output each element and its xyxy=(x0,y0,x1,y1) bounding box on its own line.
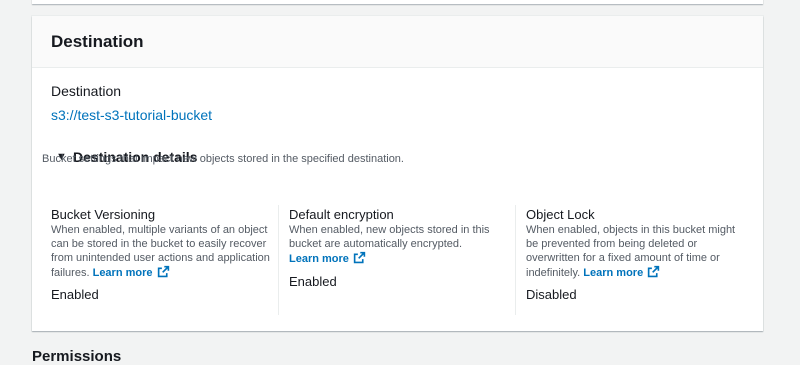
permissions-section-header[interactable]: Permissions xyxy=(32,348,121,365)
column-description: When enabled, objects in this bucket mig… xyxy=(526,223,748,280)
bucket-versioning-column: Bucket Versioning When enabled, multiple… xyxy=(32,205,278,315)
column-description: When enabled, new objects stored in this… xyxy=(289,223,511,266)
default-encryption-column: Default encryption When enabled, new obj… xyxy=(278,205,515,315)
column-title: Default encryption xyxy=(289,207,394,222)
column-title: Bucket Versioning xyxy=(51,207,156,222)
status-value: Enabled xyxy=(289,274,337,289)
learn-more-link[interactable]: Learn more xyxy=(289,251,366,265)
destination-label: Destination xyxy=(51,83,122,99)
panel-title: Destination xyxy=(51,32,144,51)
learn-more-link[interactable]: Learn more xyxy=(92,265,170,279)
column-description: When enabled, multiple variants of an ob… xyxy=(51,223,273,280)
external-link-icon xyxy=(157,265,169,278)
learn-more-label: Learn more xyxy=(92,267,153,279)
learn-more-label: Learn more xyxy=(583,267,644,279)
panel-header: Destination xyxy=(32,16,763,68)
external-link-icon xyxy=(648,265,660,278)
status-value: Enabled xyxy=(51,287,99,302)
column-description-text: When enabled, new objects stored in this… xyxy=(289,224,490,250)
learn-more-link[interactable]: Learn more xyxy=(583,265,660,279)
previous-panel xyxy=(32,0,763,4)
destination-link[interactable]: s3://test-s3-tutorial-bucket xyxy=(51,107,212,123)
object-lock-column: Object Lock When enabled, objects in thi… xyxy=(515,205,763,315)
section-title: Permissions xyxy=(32,348,122,365)
external-link-icon xyxy=(353,251,366,264)
details-description: Bucket settings that impact new objects … xyxy=(42,153,404,165)
learn-more-label: Learn more xyxy=(289,253,349,265)
status-value: Disabled xyxy=(526,287,577,302)
details-columns: Bucket Versioning When enabled, multiple… xyxy=(32,205,763,327)
column-title: Object Lock xyxy=(526,207,595,222)
